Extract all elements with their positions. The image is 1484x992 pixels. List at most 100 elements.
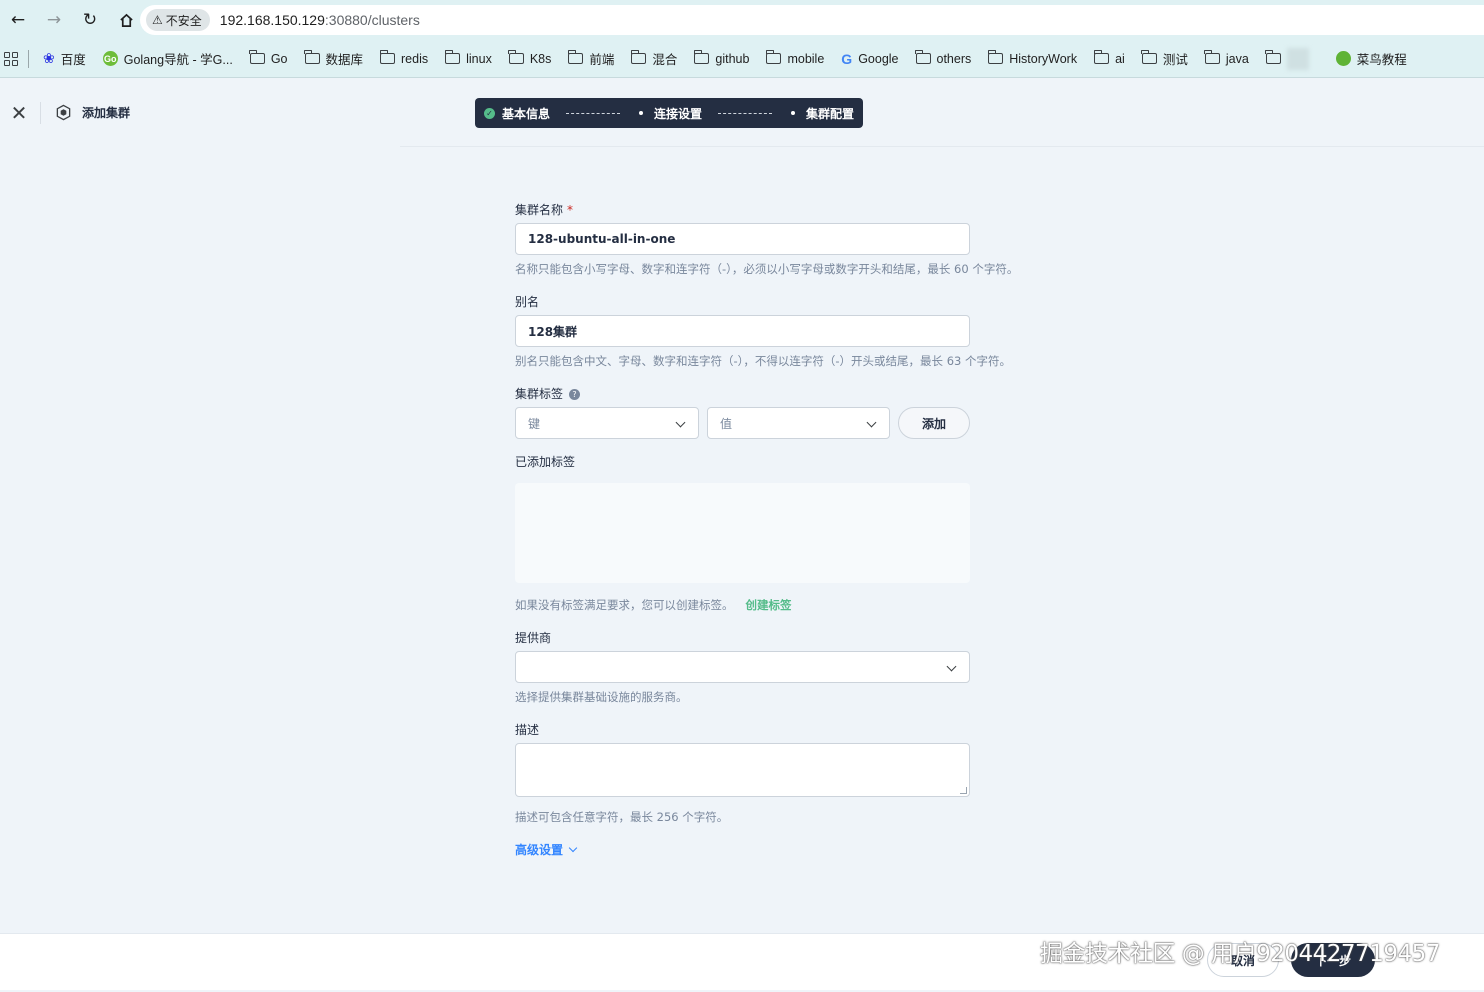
apps-grid-icon[interactable] xyxy=(4,51,18,66)
tag-value-select[interactable]: 值 xyxy=(707,407,890,439)
bookmark-database[interactable]: 数据库 xyxy=(304,49,364,68)
bookmark-label: K8s xyxy=(529,51,552,66)
provider-hint: 选择提供集群基础设施的服务商。 xyxy=(515,690,688,704)
url-host: 192.168.150.129 xyxy=(219,12,325,28)
baidu-icon: ❀ xyxy=(43,50,55,66)
chevron-down-icon xyxy=(568,843,578,852)
forward-arrow-icon[interactable]: → xyxy=(36,0,72,40)
bookmark-others[interactable]: others xyxy=(915,50,972,66)
bookmarks-bar: ❀ 百度 Go Golang导航 - 学G... Go 数据库 redis linu… xyxy=(0,40,1484,78)
bookmark-label: java xyxy=(1225,51,1249,66)
bookmark-google[interactable]: G Google xyxy=(841,51,898,67)
bookmark-label: 前端 xyxy=(589,53,615,67)
runoob-icon xyxy=(1335,51,1351,66)
provider-select[interactable] xyxy=(515,651,970,683)
bookmark-redis[interactable]: redis xyxy=(379,50,429,66)
reload-icon[interactable]: ↻ xyxy=(72,0,108,40)
bookmark-label: redis xyxy=(401,51,429,66)
cluster-name-input[interactable]: 128-ubuntu-all-in-one xyxy=(515,223,970,255)
back-arrow-icon[interactable]: ← xyxy=(0,0,36,40)
folder-icon xyxy=(630,50,647,64)
tags-hint: 如果没有标签满足要求，您可以创建标签。 创建标签 xyxy=(515,597,792,613)
chevron-down-icon xyxy=(866,417,877,428)
url-path: :30880/clusters xyxy=(324,12,420,28)
folder-icon xyxy=(693,50,710,64)
cluster-name-label-text: 集群名称 xyxy=(515,203,564,217)
bookmark-label: github xyxy=(715,51,750,66)
page-title: 添加集群 xyxy=(82,106,131,120)
bookmark-golang[interactable]: Go Golang导航 - 学G... xyxy=(102,49,233,68)
bookmark-label: 菜鸟教程 xyxy=(1356,53,1407,67)
folder-icon xyxy=(567,50,584,64)
bookmark-linux[interactable]: linux xyxy=(444,50,492,66)
step-indicator: ✓ 基本信息 连接设置 集群配置 xyxy=(475,98,863,128)
blurred-label xyxy=(1286,47,1309,70)
browser-toolbar: ← → ↻ ⚠ 不安全 192.168.150.129:30880/cluste… xyxy=(0,0,1484,40)
bookmark-github[interactable]: github xyxy=(693,50,750,66)
alias-input[interactable]: 128集群 xyxy=(515,315,970,347)
added-tags-area xyxy=(515,483,970,583)
tag-key-select[interactable]: 键 xyxy=(515,407,699,439)
folder-icon xyxy=(987,50,1004,64)
folder-icon xyxy=(304,50,320,64)
advanced-settings-toggle[interactable]: 高级设置 xyxy=(515,841,578,858)
google-icon: G xyxy=(841,50,853,67)
folder-icon xyxy=(1265,50,1281,64)
bookmark-label: 数据库 xyxy=(325,53,364,67)
bookmark-go[interactable]: Go xyxy=(249,50,288,66)
bookmark-ai[interactable]: ai xyxy=(1093,50,1125,66)
bookmark-label: HistoryWork xyxy=(1009,51,1078,66)
chevron-down-icon xyxy=(946,661,957,672)
watermark: 掘金技术社区 @ 用户9204427719457 xyxy=(1040,941,1440,967)
tag-key-placeholder: 键 xyxy=(528,416,541,431)
bookmark-label: linux xyxy=(466,51,492,66)
bookmark-runoob[interactable]: 菜鸟教程 xyxy=(1335,49,1407,68)
step-connector xyxy=(566,112,621,114)
description-textarea[interactable] xyxy=(515,743,970,797)
bookmark-k8s[interactable]: K8s xyxy=(508,50,552,66)
bookmark-test[interactable]: 测试 xyxy=(1141,49,1188,68)
check-icon: ✓ xyxy=(484,107,495,119)
bookmark-frontend[interactable]: 前端 xyxy=(567,49,615,68)
advanced-settings-label: 高级设置 xyxy=(515,843,564,857)
bookmark-baidu[interactable]: ❀ 百度 xyxy=(43,49,86,68)
folder-icon xyxy=(249,50,265,64)
required-mark: * xyxy=(567,203,574,217)
bookmark-mixed[interactable]: 混合 xyxy=(630,49,677,68)
folder-icon xyxy=(508,50,524,64)
tags-hint-text: 如果没有标签满足要求，您可以创建标签。 xyxy=(515,598,734,612)
bookmark-java[interactable]: java xyxy=(1204,50,1249,66)
step-connection-settings[interactable]: 连接设置 xyxy=(654,105,702,122)
bookmark-label: others xyxy=(936,51,972,66)
home-icon[interactable] xyxy=(108,0,144,40)
cluster-tags-label: 集群标签? xyxy=(515,385,581,402)
bookmark-label: ai xyxy=(1115,51,1125,66)
url-text[interactable]: 192.168.150.129:30880/clusters xyxy=(220,12,420,28)
step-dot-icon xyxy=(639,111,644,115)
step-cluster-config[interactable]: 集群配置 xyxy=(806,105,854,122)
address-bar[interactable]: ⚠ 不安全 192.168.150.129:30880/clusters xyxy=(140,5,1484,35)
bookmark-hidden-folder[interactable] xyxy=(1265,47,1319,70)
help-icon[interactable]: ? xyxy=(569,389,581,400)
bookmark-mobile[interactable]: mobile xyxy=(765,50,825,66)
warning-icon: ⚠ xyxy=(152,13,163,27)
cluster-icon xyxy=(56,104,71,121)
create-tag-link[interactable]: 创建标签 xyxy=(746,598,792,612)
cluster-name-label: 集群名称 * xyxy=(515,201,573,218)
bookmark-label: 测试 xyxy=(1162,53,1188,67)
bookmarks-divider xyxy=(28,49,29,68)
close-icon[interactable]: ✕ xyxy=(8,102,30,124)
step-basic-info[interactable]: 基本信息 xyxy=(502,105,550,122)
description-label: 描述 xyxy=(515,723,540,737)
bookmark-label: Go xyxy=(270,51,288,66)
header-divider-line xyxy=(400,146,1484,147)
resize-handle-icon[interactable] xyxy=(960,787,967,794)
bookmark-label: mobile xyxy=(787,51,825,66)
security-chip[interactable]: ⚠ 不安全 xyxy=(146,9,210,31)
added-tags-label: 已添加标签 xyxy=(515,455,576,469)
add-tag-button[interactable]: 添加 xyxy=(898,407,970,439)
bookmark-historywork[interactable]: HistoryWork xyxy=(987,50,1078,66)
folder-icon xyxy=(1204,50,1220,64)
golang-icon: Go xyxy=(102,51,118,66)
folder-icon xyxy=(444,50,461,64)
